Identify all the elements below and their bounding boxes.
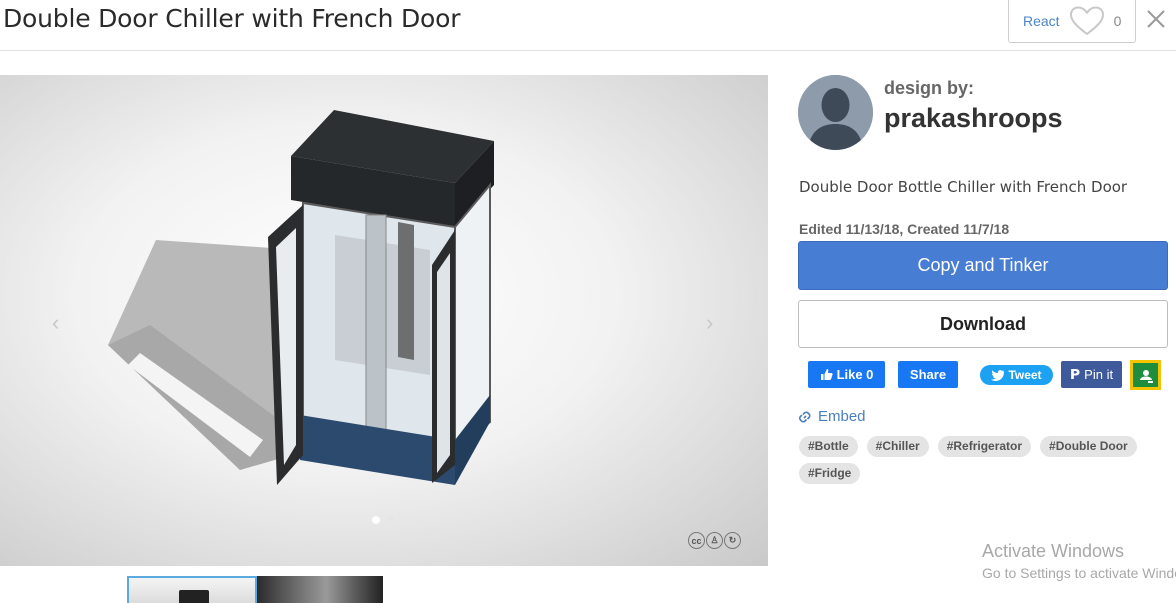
carousel-dots [372, 516, 394, 524]
user-silhouette-icon [798, 75, 873, 150]
copy-and-tinker-button[interactable]: Copy and Tinker [798, 241, 1168, 290]
facebook-share-button[interactable]: Share [898, 361, 958, 388]
thumbnail-1[interactable] [127, 576, 257, 603]
activate-windows-watermark: Activate Windows Go to Settings to activ… [982, 541, 1176, 581]
thumbnail-2[interactable] [257, 576, 383, 603]
attribution-icon: ♙ [706, 532, 723, 549]
google-classroom-button[interactable] [1130, 360, 1161, 390]
design-description: Double Door Bottle Chiller with French D… [799, 178, 1128, 196]
design-by-label: design by: [884, 78, 975, 98]
next-image-arrow[interactable]: › [706, 310, 713, 336]
designer-name[interactable]: prakashroops [884, 103, 1063, 134]
edit-dates: Edited 11/13/18, Created 11/7/18 [799, 221, 1010, 237]
watermark-subtitle: Go to Settings to activate Windows. [982, 565, 1176, 581]
avatar[interactable] [798, 75, 873, 150]
page-title: Double Door Chiller with French Door [3, 4, 461, 33]
tag-chip[interactable]: #Bottle [799, 436, 858, 457]
like-label: Like 0 [836, 367, 874, 382]
page-header: Double Door Chiller with French Door Rea… [0, 0, 1176, 51]
model-render [108, 110, 494, 485]
share-alike-icon: ↻ [724, 532, 741, 549]
carousel-dot[interactable] [372, 516, 380, 524]
tag-chip[interactable]: #Refrigerator [937, 436, 1032, 457]
heart-icon [1069, 6, 1104, 36]
embed-link[interactable]: Embed [798, 408, 866, 425]
download-button[interactable]: Download [798, 300, 1168, 348]
tag-chip[interactable]: #Fridge [799, 463, 861, 484]
embed-label: Embed [818, 408, 866, 425]
classroom-icon [1139, 370, 1153, 383]
close-icon[interactable] [1145, 8, 1167, 30]
thumbs-up-icon [820, 369, 833, 380]
react-button[interactable]: React 0 [1008, 0, 1136, 43]
model-viewer[interactable]: ‹ › cc ♙ ↻ [0, 75, 768, 566]
thumbnail-strip [127, 576, 383, 603]
pinterest-button[interactable]: 𝗣 Pin it [1061, 361, 1122, 388]
react-count: 0 [1113, 13, 1122, 29]
license-icons[interactable]: cc ♙ ↻ [688, 532, 741, 549]
twitter-bird-icon [991, 369, 1005, 381]
pinterest-icon: 𝗣 [1069, 366, 1081, 382]
prev-image-arrow[interactable]: ‹ [52, 310, 59, 336]
watermark-title: Activate Windows [982, 541, 1125, 561]
facebook-like-button[interactable]: Like 0 [808, 361, 885, 388]
tweet-button[interactable]: Tweet [980, 365, 1053, 385]
react-label: React [1023, 13, 1060, 29]
pin-label: Pin it [1084, 367, 1114, 382]
link-icon [798, 410, 811, 423]
cc-icon: cc [688, 532, 705, 549]
tag-list: #Bottle #Chiller #Refrigerator #Double D… [799, 436, 1169, 484]
tweet-label: Tweet [1008, 368, 1042, 382]
carousel-dot[interactable] [386, 516, 394, 524]
tag-chip[interactable]: #Chiller [866, 436, 929, 457]
tag-chip[interactable]: #Double Door [1040, 436, 1137, 457]
